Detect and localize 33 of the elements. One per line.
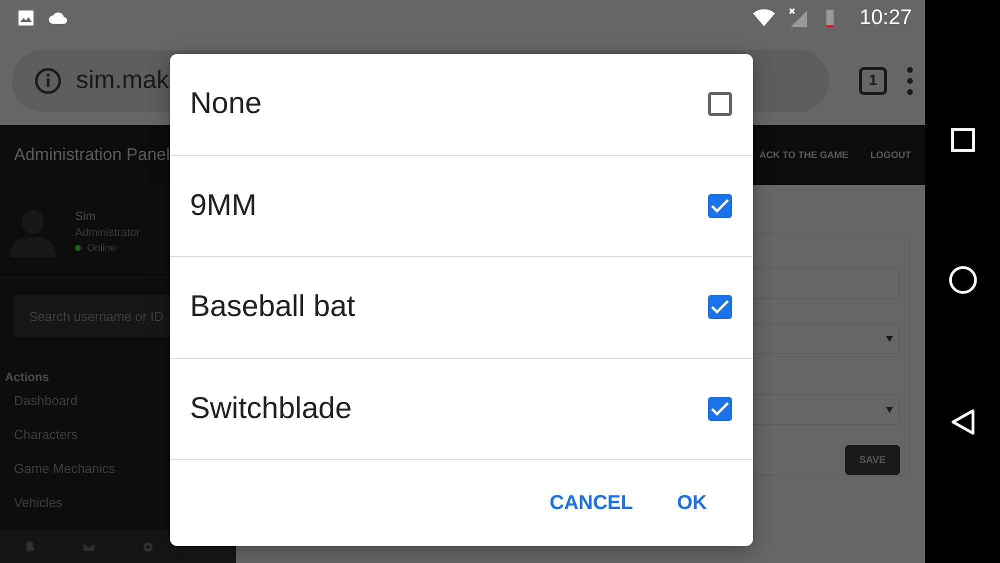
more-menu-icon: [907, 66, 913, 94]
tab-count-button[interactable]: 1: [859, 66, 887, 94]
checkbox[interactable]: [708, 92, 732, 116]
option-row[interactable]: 9MM: [170, 156, 753, 258]
info-icon: [34, 66, 62, 94]
header-link[interactable]: LOGOUT: [870, 150, 911, 160]
option-row[interactable]: Baseball bat: [170, 257, 753, 359]
bell-icon: [22, 540, 36, 554]
option-label: Switchblade: [190, 392, 352, 426]
home-icon: [948, 265, 978, 296]
checkbox[interactable]: [708, 194, 732, 218]
settings-icon: [140, 540, 154, 554]
dialog-button[interactable]: CANCEL: [540, 486, 643, 521]
option-label: 9MM: [190, 188, 257, 223]
user-name: Sim: [75, 208, 97, 222]
option-row[interactable]: None: [170, 54, 753, 156]
dropdown-arrow-icon: [886, 406, 893, 412]
save-button[interactable]: SAVE: [845, 445, 900, 475]
dialog-button[interactable]: OK: [667, 486, 717, 521]
option-row[interactable]: Switchblade: [170, 358, 753, 460]
option-label: None: [190, 87, 262, 122]
signal-icon: [787, 7, 810, 29]
panel-title: Administration Panel: [14, 145, 170, 165]
image-icon: [16, 8, 36, 28]
wifi-icon: [751, 7, 778, 29]
header-link[interactable]: ACK TO THE GAME: [759, 150, 848, 160]
checkbox[interactable]: [708, 397, 732, 422]
url-text: sim.mak: [76, 66, 170, 95]
checkbox[interactable]: [708, 295, 732, 320]
section-heading: Actions: [5, 370, 50, 384]
square-icon: [948, 126, 976, 154]
dropdown-arrow-icon: [886, 336, 893, 342]
clock: 10:27: [859, 6, 912, 30]
